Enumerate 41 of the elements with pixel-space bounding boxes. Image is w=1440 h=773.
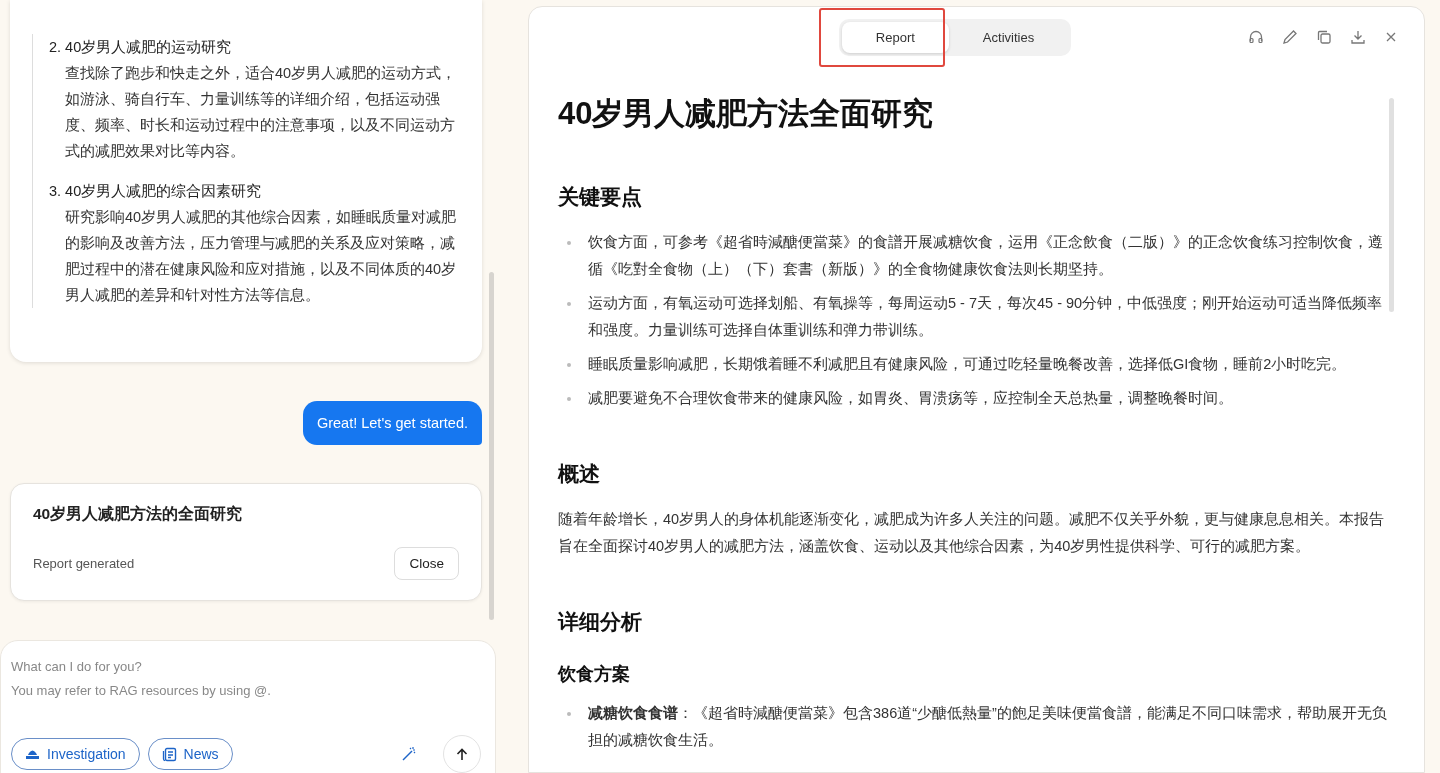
scrollbar[interactable] <box>489 272 494 620</box>
bullet-dot <box>567 397 571 401</box>
bullet-item: 饮食方面，可参考《超省時減醣便當菜》的食譜开展减糖饮食，运用《正念飲食（二版）》的正念饮食练习控制饮食，遵循《吃對全食物（上）（下）套書（新版）》的全食物健康饮食法则长期坚持。 <box>588 233 1384 279</box>
download-icon[interactable] <box>1350 29 1366 45</box>
bullet-item: 减糖饮食食谱：《超省時減醣便當菜》包含386道“少醣低熱量”的飽足美味便當食譜，能满足不同口味需求，帮助展开无负担的减糖饮食生活。 <box>588 704 1388 750</box>
bullet-item: 减肥要避免不合理饮食带来的健康风险，如胃炎、胃溃疡等，应控制全天总热量，调整晚餐时间。 <box>588 389 1233 408</box>
section-heading: 详细分析 <box>558 609 643 635</box>
user-message-bubble: Great! Let's get started. <box>302 401 482 445</box>
bullet-item: 运动方面，有氧运动可选择划船、有氧操等，每周运动5 - 7天，每次45 - 90分钟，中低强度；刚开始运动可适当降低频率和强度。力量训练可选择自体重训练和弹力带训练。 <box>588 294 1384 340</box>
bullet-item: 睡眠质量影响减肥，长期饿着睡不利减肥且有健康风险，可通过吃轻量晚餐改善，选择低GI食物，睡前2小时吃完。 <box>588 355 1347 374</box>
bullet-dot <box>567 363 571 367</box>
bullet-dot <box>567 302 571 306</box>
arrow-up-icon <box>456 747 468 761</box>
pencil-icon[interactable] <box>1282 29 1298 45</box>
section-heading: 关键要点 <box>558 184 643 210</box>
plan-item-description: 研究影响40岁男人减肥的其他综合因素，如睡眠质量对减肥的影响及改善方法，压力管理与减肥的关系及应对策略，减肥过程中的潜在健康风险和应对措施，以及不同体质的40岁男人减肥的差异和针对性方法等信息。 <box>64 208 458 305</box>
subsection-heading: 饮食方案 <box>558 663 631 686</box>
headphones-icon[interactable] <box>1248 29 1264 45</box>
close-button[interactable]: Close <box>394 547 459 580</box>
scrollbar[interactable] <box>1389 98 1394 312</box>
send-button[interactable] <box>443 735 481 773</box>
paragraph: 随着年龄增长，40岁男人的身体机能逐渐变化，减肥成为许多人关注的问题。减肥不仅关乎外貌，更与健康息息相关。本报告旨在全面探讨40岁男人的减肥方法，涵盖饮食、运动以及其他综合因素，为40岁男性提供科学、可行的减肥方案。 <box>558 510 1386 556</box>
plan-item-title: 3. 40岁男人减肥的综合因素研究 <box>49 182 263 201</box>
report-card[interactable]: 40岁男人减肥方法的全面研究 Report generated Close <box>10 483 482 601</box>
newspaper-icon <box>161 746 177 762</box>
mode-button[interactable]: News <box>147 738 233 770</box>
report-title: 40岁男人减肥方法全面研究 <box>558 95 935 133</box>
bullet-dot <box>567 712 571 716</box>
plan-item-title: 2. 40岁男人减肥的运动研究 <box>49 38 233 57</box>
report-status: Report generated <box>33 556 135 571</box>
bullet-dot <box>567 241 571 245</box>
tab[interactable]: Report <box>841 21 949 53</box>
message-input-field[interactable]: What can I do for you? You may refer to RAG resources by using @. Investigation News <box>0 640 496 773</box>
mode-button[interactable]: Investigation <box>11 738 140 770</box>
copy-icon[interactable] <box>1316 29 1332 45</box>
tab[interactable]: Activities <box>948 21 1069 53</box>
close-icon[interactable] <box>1384 30 1398 44</box>
magic-wand-icon[interactable] <box>401 746 417 762</box>
report-card-title: 40岁男人减肥方法的全面研究 <box>33 504 244 524</box>
section-heading: 概述 <box>558 461 601 487</box>
plan-item-description: 查找除了跑步和快走之外，适合40岁男人减肥的运动方式，如游泳、骑自行车、力量训练等的详细介绍，包括运动强度、频率、时长和运动过程中的注意事项，以及不同运动方式的减肥效果对比等内容。 <box>64 64 458 161</box>
